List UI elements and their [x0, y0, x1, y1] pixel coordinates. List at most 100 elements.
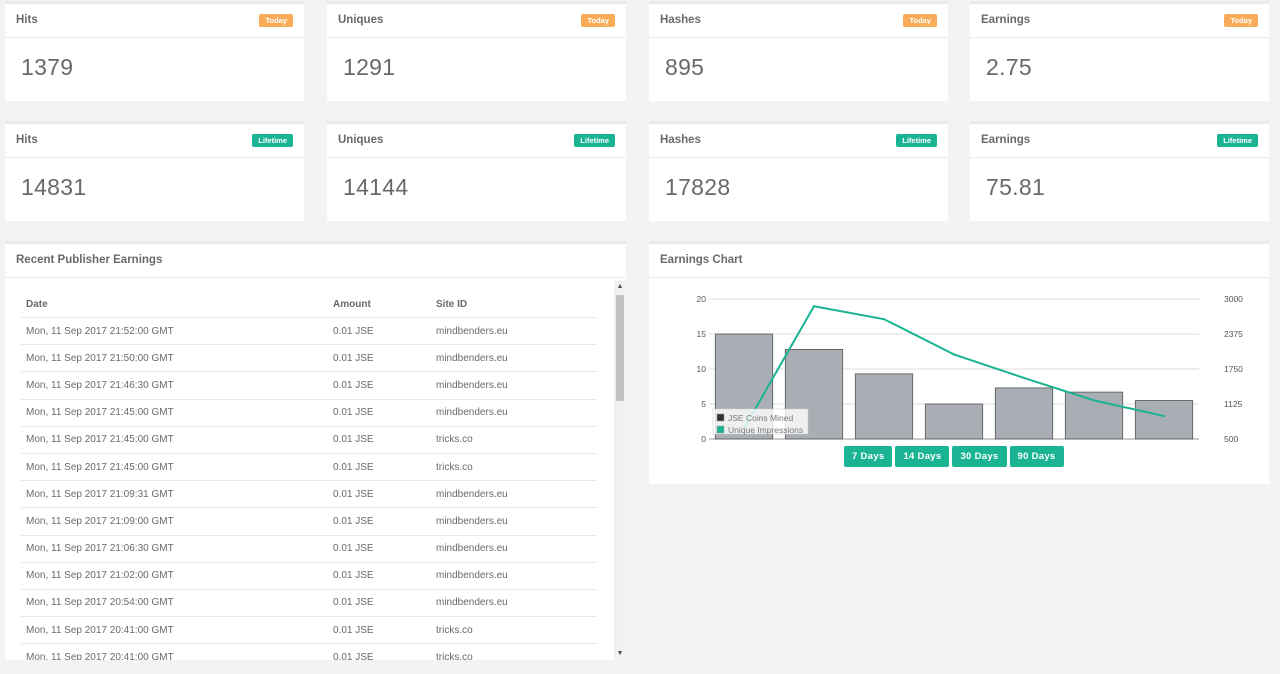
cell-date: Mon, 11 Sep 2017 21:46:30 GMT: [21, 371, 328, 400]
scroll-down-arrow-icon[interactable]: ▼: [614, 648, 626, 660]
scroll-thumb[interactable]: [616, 295, 624, 401]
card-title: Hashes: [660, 134, 701, 146]
card-header: Earnings Lifetime: [970, 124, 1269, 158]
card-header: Hits Today: [5, 4, 304, 38]
bar: [1134, 400, 1194, 440]
range-90-days-button[interactable]: 90 Days: [1009, 446, 1064, 467]
column-header-date: Date: [21, 291, 328, 318]
y-tick-label-left: 15: [697, 329, 707, 339]
earnings-chart-panel: Earnings Chart 0 5 10 15 20 500 1125 1750 2375 30…: [649, 241, 1269, 484]
table-row: Mon, 11 Sep 2017 20:54:00 GMT 0.01 JSE min…: [21, 589, 597, 618]
card-header: Uniques Today: [327, 4, 626, 38]
stat-value: 1291: [343, 54, 396, 80]
table-row: Mon, 11 Sep 2017 21:45:00 GMT 0.01 JSE tri…: [21, 426, 597, 454]
cell-site-id: tricks.co: [431, 426, 597, 454]
lifetime-badge: Lifetime: [574, 134, 615, 147]
cell-amount: 0.01 JSE: [328, 643, 431, 660]
bar: [924, 403, 984, 440]
cell-amount: 0.01 JSE: [328, 507, 431, 536]
card-header: Hashes Today: [649, 4, 948, 38]
recent-earnings-panel: Recent Publisher Earnings Date Amount Si…: [5, 241, 626, 660]
card-title: Earnings: [981, 134, 1031, 146]
today-badge: Today: [259, 14, 293, 27]
stat-card-earnings-lifetime: Earnings Lifetime 75.81: [970, 121, 1269, 221]
cell-amount: 0.01 JSE: [328, 371, 431, 400]
stat-value: 17828: [665, 174, 731, 200]
card-title: Uniques: [338, 14, 384, 26]
card-header: Hits Lifetime: [5, 124, 304, 158]
card-title: Uniques: [338, 134, 384, 146]
cell-site-id: tricks.co: [431, 616, 597, 645]
card-title: Hits: [16, 134, 38, 146]
table-scrollbar[interactable]: ▲ ▼: [614, 281, 626, 660]
range-14-days-button[interactable]: 14 Days: [895, 446, 950, 467]
line-point: [952, 353, 956, 356]
stat-card-hashes-today: Hashes Today 895: [649, 1, 948, 101]
cell-site-id: mindbenders.eu: [431, 344, 597, 373]
card-title: Earnings: [981, 14, 1031, 26]
lifetime-badge: Lifetime: [896, 134, 937, 147]
stat-card-hashes-lifetime: Hashes Lifetime 17828: [649, 121, 948, 221]
table-row: Mon, 11 Sep 2017 21:09:00 GMT 0.01 JSE min…: [21, 507, 597, 536]
cell-date: Mon, 11 Sep 2017 21:06:30 GMT: [21, 535, 328, 563]
table-row: Mon, 11 Sep 2017 21:06:30 GMT 0.01 JSE min…: [21, 535, 597, 563]
table-row: Mon, 11 Sep 2017 21:09:31 GMT 0.01 JSE min…: [21, 480, 597, 509]
today-badge: Today: [581, 14, 615, 27]
card-header: Hashes Lifetime: [649, 124, 948, 158]
cell-site-id: mindbenders.eu: [431, 399, 597, 427]
cell-date: Mon, 11 Sep 2017 20:54:00 GMT: [21, 589, 328, 618]
table-header-row: Date Amount Site ID: [21, 291, 597, 318]
y-tick-label-right: 500: [1224, 434, 1238, 444]
stat-value: 75.81: [986, 174, 1046, 200]
card-header: Earnings Today: [970, 4, 1269, 38]
line-point: [1162, 414, 1166, 418]
today-badge: Today: [1224, 14, 1258, 27]
y-tick-label-right: 1750: [1224, 364, 1243, 374]
cell-site-id: mindbenders.eu: [431, 535, 597, 563]
stat-card-hits-today: Hits Today 1379: [5, 1, 304, 101]
cell-site-id: mindbenders.eu: [431, 507, 597, 536]
y-tick-label-left: 10: [697, 364, 707, 374]
cell-date: Mon, 11 Sep 2017 21:45:00 GMT: [21, 453, 328, 482]
cell-site-id: mindbenders.eu: [431, 562, 597, 590]
earnings-table-scroll-area[interactable]: Date Amount Site ID Mon, 11 Sep 2017 21:…: [5, 281, 626, 660]
column-header-amount: Amount: [328, 291, 431, 318]
table-row: Mon, 11 Sep 2017 21:46:30 GMT 0.01 JSE min…: [21, 371, 597, 400]
y-tick-label-left: 0: [701, 434, 706, 444]
cell-date: Mon, 11 Sep 2017 21:09:00 GMT: [21, 507, 328, 536]
cell-amount: 0.01 JSE: [328, 480, 431, 509]
cell-date: Mon, 11 Sep 2017 21:45:00 GMT: [21, 426, 328, 454]
cell-amount: 0.01 JSE: [328, 426, 431, 454]
stat-card-earnings-today: Earnings Today 2.75: [970, 1, 1269, 101]
stat-card-uniques-today: Uniques Today 1291: [327, 1, 626, 101]
card-title: Hashes: [660, 14, 701, 26]
legend-label: Unique Impressions: [728, 425, 803, 435]
panel-title: Recent Publisher Earnings: [16, 254, 163, 266]
stat-card-hits-lifetime: Hits Lifetime 14831: [5, 121, 304, 221]
card-header: Recent Publisher Earnings: [5, 244, 626, 278]
bar: [854, 373, 914, 440]
column-header-site-id: Site ID: [431, 291, 597, 318]
cell-site-id: mindbenders.eu: [431, 480, 597, 509]
y-tick-label-left: 20: [697, 294, 707, 304]
cell-date: Mon, 11 Sep 2017 21:45:00 GMT: [21, 399, 328, 427]
card-title: Hits: [16, 14, 38, 26]
range-7-days-button[interactable]: 7 Days: [844, 446, 893, 467]
cell-date: Mon, 11 Sep 2017 21:50:00 GMT: [21, 344, 328, 373]
stat-value: 14144: [343, 174, 409, 200]
legend-label: JSE Coins Mined: [728, 413, 793, 423]
scroll-up-arrow-icon[interactable]: ▲: [614, 281, 626, 293]
legend-swatch: [716, 413, 725, 422]
y-tick-label-left: 5: [701, 399, 706, 409]
panel-title: Earnings Chart: [660, 254, 743, 266]
line-point: [812, 305, 816, 308]
range-30-days-button[interactable]: 30 Days: [952, 446, 1007, 467]
cell-date: Mon, 11 Sep 2017 21:52:00 GMT: [21, 317, 328, 346]
cell-amount: 0.01 JSE: [328, 399, 431, 427]
line-point: [1092, 399, 1096, 402]
earnings-table: Date Amount Site ID Mon, 11 Sep 2017 21:…: [21, 291, 597, 660]
y-tick-label-right: 1125: [1224, 399, 1243, 409]
today-badge: Today: [903, 14, 937, 27]
stat-card-uniques-lifetime: Uniques Lifetime 14144: [327, 121, 626, 221]
cell-amount: 0.01 JSE: [328, 453, 431, 482]
